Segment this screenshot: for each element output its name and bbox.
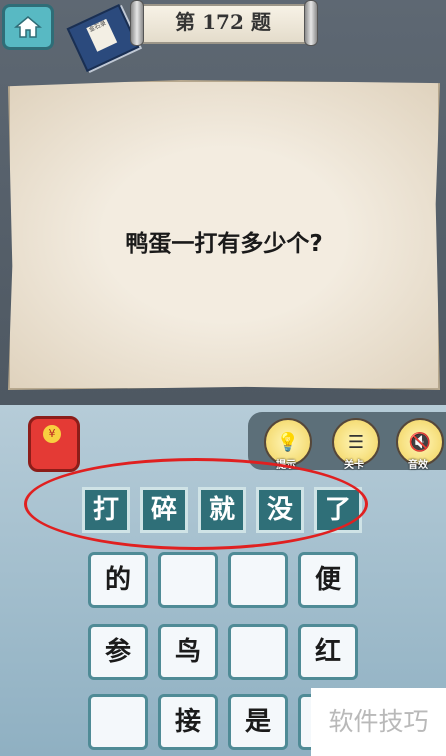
choice-tile[interactable] [228,552,288,608]
book-label: 金石录 [86,18,118,52]
question-text: 鸭蛋一打有多少个? [125,231,323,257]
choice-tile[interactable]: 接 [158,694,218,750]
choice-tile[interactable]: 红 [298,624,358,680]
choice-tile[interactable] [158,552,218,608]
choice-tile[interactable]: 的 [88,552,148,608]
answer-highlight-ellipse [24,458,368,550]
choice-tile[interactable]: 鸟 [158,624,218,680]
level-scroll: 第 172 题 [128,0,318,46]
sound-icon: 🔇 [408,431,432,453]
choice-tile[interactable]: 便 [298,552,358,608]
watermark: 软件技巧 [311,688,446,756]
choice-tile[interactable] [88,694,148,750]
home-icon [14,16,42,38]
scroll-icon: ☰ [347,431,365,453]
sound-label: 音效 [408,460,428,471]
choice-tile[interactable]: 参 [88,624,148,680]
levels-label: 关卡 [344,460,364,471]
red-packet-button[interactable]: ¥ [28,416,80,472]
yen-icon: ¥ [43,425,61,443]
home-button[interactable] [2,4,54,50]
choice-tile[interactable] [228,624,288,680]
level-title: 第 172 题 [175,10,271,34]
lightbulb-icon: 💡 [276,431,300,453]
question-parchment: 鸭蛋一打有多少个? [8,80,440,390]
choice-tile[interactable]: 是 [228,694,288,750]
